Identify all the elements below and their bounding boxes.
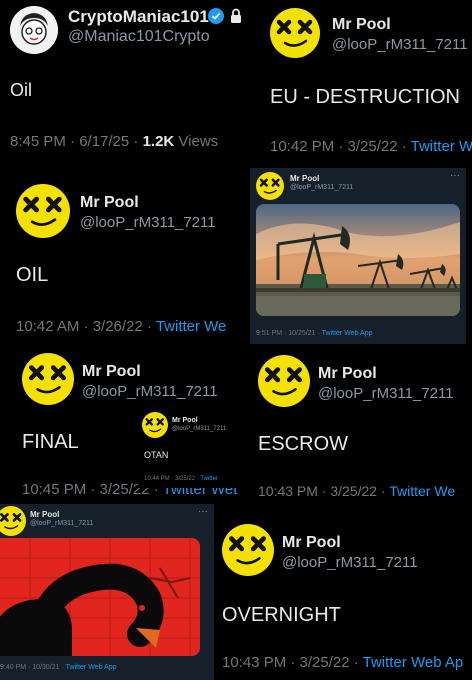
tweet-eu-destruction[interactable]: Mr Pool @looP_rM311_7211 EU - DESTRUCTIO…: [262, 0, 472, 165]
avatar[interactable]: [270, 8, 320, 58]
username[interactable]: @looP_rM311_7211: [30, 520, 93, 527]
avatar[interactable]: [16, 184, 70, 238]
username[interactable]: @looP_rM311_7211: [332, 36, 468, 53]
timestamp[interactable]: 8:45 PM · 6/17/25 ·: [10, 133, 143, 150]
tweet-meta: 10:44 PM · 3/25/22 · Twitter: [144, 476, 218, 482]
tweet-meta: 10:43 PM · 3/25/22 · Twitter Web Ap: [222, 654, 463, 671]
tweet-text: OIL: [16, 264, 49, 286]
tweet-main[interactable]: CryptoManiac101 @Maniac101Crypto Oil 8:4…: [0, 0, 248, 165]
views-label: Views: [174, 133, 219, 150]
avatar[interactable]: [222, 524, 274, 576]
tweet-text: ESCROW: [258, 433, 348, 455]
display-name[interactable]: Mr Pool: [332, 16, 391, 34]
timestamp[interactable]: 10:43 PM · 3/25/22 ·: [222, 654, 363, 671]
tweet-oil[interactable]: Mr Pool @looP_rM311_7211 OIL 10:42 AM · …: [0, 172, 248, 342]
tweet-escrow[interactable]: Mr Pool @looP_rM311_7211 ESCROW 10:43 PM…: [250, 345, 472, 505]
timestamp[interactable]: 9:51 PM · 10/25/21 ·: [256, 330, 322, 337]
avatar[interactable]: [256, 172, 284, 200]
username[interactable]: @looP_rM311_7211: [318, 385, 454, 402]
avatar[interactable]: [10, 6, 58, 54]
source-link[interactable]: Twitter Web App: [66, 664, 117, 671]
display-name[interactable]: Mr Pool: [172, 417, 198, 424]
username[interactable]: @looP_rM311_7211: [172, 426, 226, 432]
views-count: 1.2K: [142, 133, 175, 150]
tweet-oil-pump-image[interactable]: Mr Pool @looP_rM311_7211 ··· 9:51 PM · 1…: [250, 168, 466, 344]
source-link[interactable]: Twitter We: [389, 483, 455, 499]
avatar[interactable]: [22, 353, 74, 405]
tweet-meta: 9:40 PM · 10/30/21 · Twitter Web App: [0, 664, 116, 671]
avatar[interactable]: [0, 506, 26, 536]
tweet-text: EU - DESTRUCTION: [270, 86, 460, 108]
more-icon[interactable]: ···: [450, 170, 460, 181]
tweet-overnight[interactable]: Mr Pool @looP_rM311_7211 OVERNIGHT 10:43…: [214, 516, 472, 680]
source-link[interactable]: Twitter We: [156, 318, 227, 335]
timestamp[interactable]: 10:42 PM · 3/25/22 ·: [270, 138, 411, 155]
more-icon[interactable]: ···: [198, 506, 208, 517]
display-name[interactable]: Mr Pool: [30, 510, 59, 519]
tweet-meta: 10:43 PM · 3/25/22 · Twitter We: [258, 483, 455, 499]
tweet-swan-image[interactable]: Mr Pool @looP_rM311_7211 ··· 9:40 PM · 1…: [0, 504, 214, 680]
verified-badge-icon: [208, 8, 224, 24]
timestamp[interactable]: 10:42 AM · 3/26/22 ·: [16, 318, 156, 335]
display-name[interactable]: Mr Pool: [80, 194, 139, 212]
source-link[interactable]: Twitter: [200, 476, 218, 482]
timestamp[interactable]: 10:43 PM · 3/25/22 ·: [258, 483, 389, 499]
tweet-meta: 10:42 AM · 3/26/22 · Twitter We: [16, 318, 226, 335]
display-name[interactable]: Mr Pool: [282, 534, 341, 552]
avatar[interactable]: [258, 355, 310, 407]
username[interactable]: @Maniac101Crypto: [68, 28, 210, 46]
display-name[interactable]: CryptoManiac101: [68, 7, 209, 27]
display-name[interactable]: Mr Pool: [290, 174, 319, 183]
username[interactable]: @looP_rM311_7211: [290, 184, 353, 191]
lock-icon: [230, 8, 242, 23]
display-name[interactable]: Mr Pool: [82, 363, 141, 381]
username[interactable]: @looP_rM311_7211: [80, 214, 216, 231]
username[interactable]: @looP_rM311_7211: [282, 554, 418, 571]
source-link[interactable]: Twitter Web Ap: [363, 654, 464, 671]
display-name[interactable]: Mr Pool: [318, 365, 377, 383]
tweet-text: Oil: [10, 80, 32, 100]
tweet-text: OTAN: [144, 450, 169, 460]
oil-pump-photo[interactable]: [256, 204, 460, 316]
tweet-otan[interactable]: Mr Pool @looP_rM311_7211 OTAN 10:44 PM ·…: [138, 406, 242, 488]
tweet-meta: 8:45 PM · 6/17/25 · 1.2K Views: [10, 133, 218, 150]
avatar[interactable]: [142, 412, 168, 438]
timestamp[interactable]: 10:44 PM · 3/25/22 ·: [144, 476, 200, 482]
source-link[interactable]: Twitter W: [411, 138, 472, 155]
username[interactable]: @looP_rM311_7211: [82, 383, 218, 400]
tweet-meta: 10:42 PM · 3/25/22 · Twitter W: [270, 138, 472, 155]
source-link[interactable]: Twitter Web App: [322, 330, 373, 337]
tweet-text: FINAL: [22, 431, 79, 453]
tweet-meta: 9:51 PM · 10/25/21 · Twitter Web App: [256, 330, 372, 337]
timestamp[interactable]: 9:40 PM · 10/30/21 ·: [0, 664, 66, 671]
black-swan-photo[interactable]: [0, 538, 200, 656]
tweet-text: OVERNIGHT: [222, 604, 341, 626]
